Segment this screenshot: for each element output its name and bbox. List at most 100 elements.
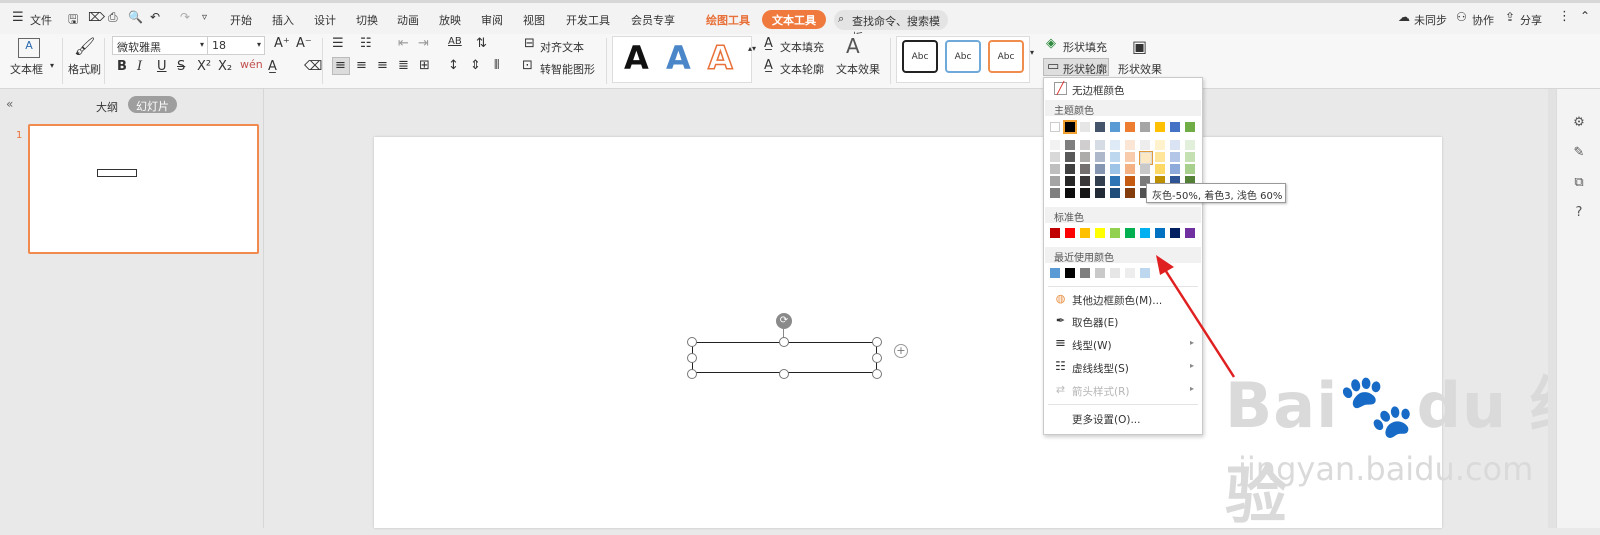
theme-shade-swatch[interactable]	[1139, 151, 1153, 165]
standard-color-swatch[interactable]	[1050, 228, 1060, 238]
resize-handle-e[interactable]	[872, 353, 882, 363]
sync-status[interactable]: 未同步	[1414, 12, 1447, 28]
textbox-icon[interactable]: A	[18, 38, 40, 58]
format-painter-quick-icon[interactable]: ⌦	[88, 10, 105, 24]
recent-color-swatch[interactable]	[1125, 268, 1135, 278]
theme-shade-swatch[interactable]	[1125, 164, 1135, 174]
theme-shade-swatch[interactable]	[1140, 164, 1150, 174]
theme-shade-swatch[interactable]	[1050, 152, 1060, 162]
textbox-dropdown-icon[interactable]: ▾	[50, 61, 54, 70]
recent-color-swatch[interactable]	[1110, 268, 1120, 278]
pin-icon[interactable]: ✎	[1569, 145, 1589, 165]
decrease-indent-icon[interactable]: ⇤	[398, 36, 409, 51]
tab-member[interactable]: 会员专享	[631, 12, 675, 28]
theme-color-swatch[interactable]	[1050, 122, 1060, 132]
standard-color-swatch[interactable]	[1065, 228, 1075, 238]
italic-icon[interactable]: I	[137, 59, 142, 74]
theme-shade-swatch[interactable]	[1140, 140, 1150, 150]
superscript-icon[interactable]: X²	[197, 59, 211, 74]
shape-fill-button[interactable]: 形状填充	[1063, 39, 1107, 55]
theme-shade-swatch[interactable]	[1050, 164, 1060, 174]
font-color-icon[interactable]: A̲	[268, 59, 277, 74]
tab-drawing-tools[interactable]: 绘图工具	[706, 12, 750, 28]
shape-fill-icon[interactable]: ◈	[1046, 36, 1056, 51]
theme-color-swatch[interactable]	[1140, 122, 1150, 132]
theme-shade-swatch[interactable]	[1050, 140, 1060, 150]
more-settings-item[interactable]: 更多设置(O)...	[1044, 407, 1202, 429]
theme-shade-swatch[interactable]	[1080, 164, 1090, 174]
resize-handle-nw[interactable]	[687, 337, 697, 347]
paintbrush-icon[interactable]: 🖌	[74, 37, 96, 57]
customize-icon[interactable]: ▿	[202, 12, 207, 23]
theme-color-swatch[interactable]	[1095, 122, 1105, 132]
tab-insert[interactable]: 插入	[272, 12, 294, 28]
text-style-orange-outline[interactable]: A	[707, 38, 733, 78]
tab-view[interactable]: 视图	[523, 12, 545, 28]
format-painter-button[interactable]: 格式刷	[68, 61, 101, 77]
recent-color-swatch[interactable]	[1080, 268, 1090, 278]
recent-color-swatch[interactable]	[1050, 268, 1060, 278]
tab-slideshow[interactable]: 放映	[439, 12, 461, 28]
theme-shade-swatch[interactable]	[1110, 164, 1120, 174]
theme-shade-swatch[interactable]	[1185, 152, 1195, 162]
shape-style-black[interactable]: Abc	[902, 40, 938, 73]
theme-shade-swatch[interactable]	[1065, 140, 1075, 150]
theme-shade-swatch[interactable]	[1065, 164, 1075, 174]
text-style-blue[interactable]: A	[666, 39, 691, 77]
redo-icon[interactable]: ↷	[180, 10, 190, 24]
clear-format-icon[interactable]: ⌫	[304, 59, 322, 74]
textbox-button[interactable]: 文本框	[10, 61, 43, 77]
text-direction-icon[interactable]: AB	[448, 36, 462, 47]
align-center-icon[interactable]: ≡	[356, 58, 367, 73]
theme-shade-swatch[interactable]	[1095, 164, 1105, 174]
file-menu[interactable]: 文件	[30, 12, 52, 28]
theme-shade-swatch[interactable]	[1095, 176, 1105, 186]
theme-shade-swatch[interactable]	[1095, 140, 1105, 150]
standard-color-swatch[interactable]	[1080, 228, 1090, 238]
phonetic-icon[interactable]: wén	[240, 58, 263, 71]
theme-color-swatch[interactable]	[1155, 122, 1165, 132]
theme-shade-swatch[interactable]	[1125, 188, 1135, 198]
theme-shade-swatch[interactable]	[1050, 176, 1060, 186]
standard-color-swatch[interactable]	[1110, 228, 1120, 238]
standard-color-swatch[interactable]	[1095, 228, 1105, 238]
theme-shade-swatch[interactable]	[1065, 152, 1075, 162]
rotate-handle-icon[interactable]: ⟳	[776, 313, 792, 329]
command-search[interactable]: ⌕ 查找命令、搜索模板	[834, 10, 948, 44]
undo-icon[interactable]: ↶	[150, 10, 160, 24]
recent-color-swatch[interactable]	[1140, 268, 1150, 278]
tab-outline[interactable]: 大纲	[96, 99, 118, 115]
smart-art-icon[interactable]: ⊡	[522, 58, 533, 73]
sort-icon[interactable]: ⇅	[476, 36, 487, 51]
theme-shade-swatch[interactable]	[1125, 176, 1135, 186]
gallery-scroll-icon[interactable]: ▾	[1030, 48, 1034, 57]
font-name-select[interactable]: 微软雅黑 ▾	[112, 36, 208, 55]
text-outline-icon[interactable]: A̲	[764, 58, 773, 73]
smart-art-button[interactable]: 转智能图形	[540, 61, 595, 77]
subscript-icon[interactable]: X₂	[218, 59, 232, 74]
collapse-pane-icon[interactable]: «	[6, 97, 13, 111]
transform-icon[interactable]: ⧉	[1569, 175, 1589, 195]
text-outline-button[interactable]: 文本轮廓	[780, 61, 824, 77]
more-icon[interactable]: ⋮	[1558, 9, 1571, 24]
distribute-icon[interactable]: ⊞	[419, 58, 430, 73]
resize-handle-w[interactable]	[687, 353, 697, 363]
resize-handle-se[interactable]	[872, 369, 882, 379]
shape-effect-icon[interactable]: ▣	[1132, 37, 1147, 56]
hamburger-icon[interactable]: ☰	[12, 10, 24, 25]
theme-shade-swatch[interactable]	[1155, 140, 1165, 150]
theme-shade-swatch[interactable]	[1185, 164, 1195, 174]
theme-color-swatch[interactable]	[1063, 120, 1077, 134]
collab-button[interactable]: 协作	[1472, 12, 1494, 28]
sliders-icon[interactable]: ⚙	[1569, 115, 1589, 135]
font-size-select[interactable]: 18 ▾	[207, 36, 265, 55]
resize-handle-ne[interactable]	[872, 337, 882, 347]
tab-developer[interactable]: 开发工具	[566, 12, 610, 28]
align-text-button[interactable]: 对齐文本	[540, 39, 584, 55]
text-fill-icon[interactable]: A̲	[764, 36, 773, 51]
no-border-color-item[interactable]: ╱ 无边框颜色	[1044, 78, 1202, 100]
recent-color-swatch[interactable]	[1065, 268, 1075, 278]
shape-style-orange[interactable]: Abc	[988, 40, 1024, 73]
bullet-list-icon[interactable]: ☰	[332, 36, 344, 51]
theme-shade-swatch[interactable]	[1155, 164, 1165, 174]
